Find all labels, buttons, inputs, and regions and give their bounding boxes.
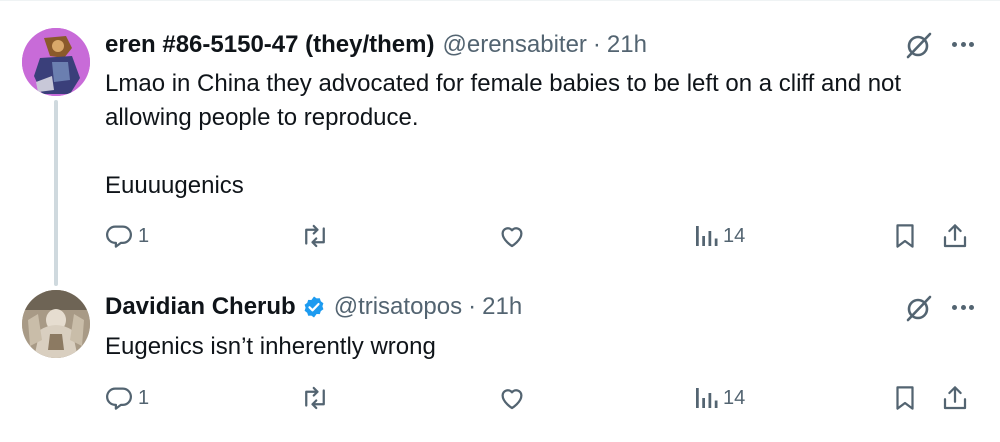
tweet-text-line: Lmao in China they advocated for female … bbox=[105, 70, 902, 131]
share-icon bbox=[943, 386, 967, 410]
retweet-button[interactable] bbox=[300, 383, 334, 413]
timestamp[interactable]: 21h bbox=[607, 31, 647, 59]
reply-count: 1 bbox=[138, 224, 150, 247]
share-button[interactable] bbox=[940, 221, 970, 251]
like-icon bbox=[501, 227, 523, 248]
separator-dot: · bbox=[592, 31, 601, 58]
author-handle[interactable]: @erensabiter bbox=[442, 31, 586, 59]
avatar-image bbox=[22, 290, 90, 358]
tweet-corner-actions bbox=[904, 30, 974, 60]
tweet-header: eren #86-5150-47 (they/them) @erensabite… bbox=[105, 31, 647, 59]
reply-icon bbox=[106, 387, 132, 410]
tweet-corner-actions bbox=[904, 293, 974, 323]
share-button[interactable] bbox=[940, 383, 970, 413]
tweet-actions: 1 14 bbox=[0, 383, 1000, 417]
thread-connector-line bbox=[54, 100, 58, 286]
grok-icon[interactable] bbox=[904, 30, 934, 60]
tweet-text-line: Eugenics isn’t inherently wrong bbox=[105, 333, 436, 360]
more-icon[interactable] bbox=[952, 42, 974, 48]
tweet-2[interactable]: Davidian Cherub @trisatopos · 21h Eugeni… bbox=[0, 280, 1000, 442]
tweet-header: Davidian Cherub @trisatopos · 21h bbox=[105, 293, 522, 321]
view-count: 14 bbox=[723, 224, 746, 247]
author-handle[interactable]: @trisatopos bbox=[334, 293, 462, 321]
reply-button[interactable]: 1 bbox=[104, 383, 149, 413]
bookmark-icon bbox=[896, 386, 914, 410]
bookmark-button[interactable] bbox=[890, 383, 920, 413]
author-name[interactable]: Davidian Cherub bbox=[105, 293, 296, 321]
avatar-image bbox=[22, 28, 90, 96]
verified-badge-icon[interactable] bbox=[302, 295, 326, 319]
timestamp[interactable]: 21h bbox=[482, 293, 522, 321]
reply-count: 1 bbox=[138, 386, 150, 409]
retweet-icon bbox=[305, 224, 325, 248]
views-icon bbox=[696, 226, 718, 246]
views-button[interactable]: 14 bbox=[693, 383, 745, 413]
like-button[interactable] bbox=[497, 221, 531, 251]
separator-dot: · bbox=[468, 293, 477, 320]
avatar[interactable] bbox=[22, 28, 90, 96]
share-icon bbox=[943, 224, 967, 248]
tweet-text: Eugenics isn’t inherently wrong bbox=[105, 330, 975, 364]
author-name[interactable]: eren #86-5150-47 (they/them) bbox=[105, 31, 434, 59]
like-button[interactable] bbox=[497, 383, 531, 413]
reply-button[interactable]: 1 bbox=[104, 221, 149, 251]
views-icon bbox=[696, 388, 718, 408]
tweet-text-line: Euuuugenics bbox=[105, 172, 244, 199]
reply-icon bbox=[106, 225, 132, 248]
grok-icon[interactable] bbox=[904, 293, 934, 323]
avatar[interactable] bbox=[22, 290, 90, 358]
more-icon[interactable] bbox=[952, 305, 974, 311]
bookmark-icon bbox=[896, 224, 914, 248]
tweet-1[interactable]: eren #86-5150-47 (they/them) @erensabite… bbox=[0, 0, 1000, 286]
views-button[interactable]: 14 bbox=[693, 221, 745, 251]
bookmark-button[interactable] bbox=[890, 221, 920, 251]
retweet-icon bbox=[305, 386, 325, 410]
view-count: 14 bbox=[723, 386, 746, 409]
like-icon bbox=[501, 389, 523, 410]
tweet-text: Lmao in China they advocated for female … bbox=[105, 67, 975, 203]
tweet-actions: 1 14 bbox=[0, 221, 1000, 255]
retweet-button[interactable] bbox=[300, 221, 334, 251]
